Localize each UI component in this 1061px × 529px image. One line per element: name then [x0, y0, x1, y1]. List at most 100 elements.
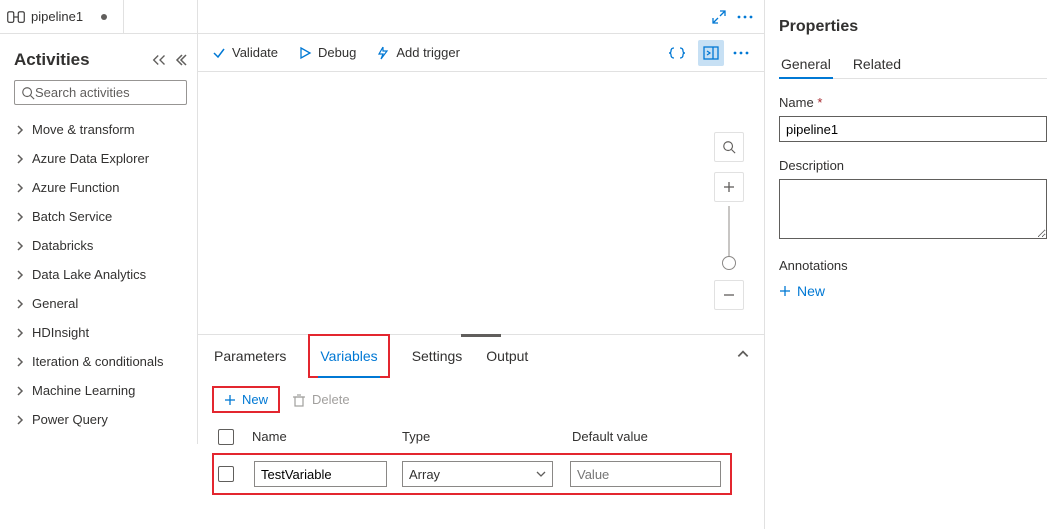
- chevron-right-icon: [14, 269, 26, 281]
- sidebar-item-machine-learning[interactable]: Machine Learning: [10, 376, 191, 405]
- sidebar-item-label: Azure Function: [32, 180, 119, 195]
- tab-parameters[interactable]: Parameters: [212, 340, 288, 372]
- sidebar-item-general[interactable]: General: [10, 289, 191, 318]
- collapse-panel-button[interactable]: [736, 347, 750, 364]
- chevrons-left-icon: [151, 53, 169, 67]
- properties-toggle-button[interactable]: [698, 40, 724, 66]
- sidebar-item-label: General: [32, 296, 78, 311]
- new-label: New: [242, 392, 268, 407]
- pipeline-tab[interactable]: pipeline1: [0, 0, 124, 34]
- trigger-icon: [376, 46, 390, 60]
- chevron-right-icon: [14, 356, 26, 368]
- sidebar-item-databricks[interactable]: Databricks: [10, 231, 191, 260]
- chevron-down-icon: [536, 469, 546, 479]
- row-checkbox[interactable]: [218, 466, 234, 482]
- more-icon[interactable]: [736, 10, 754, 24]
- panel-icon: [703, 46, 719, 60]
- name-label: Name *: [779, 95, 1047, 110]
- prop-tab-related[interactable]: Related: [851, 50, 903, 78]
- sidebar-item-label: Databricks: [32, 238, 93, 253]
- delete-variable-button: Delete: [292, 392, 350, 407]
- sidebar-item-label: Azure Data Explorer: [32, 151, 149, 166]
- zoom-out-button[interactable]: [714, 280, 744, 310]
- expand-icon[interactable]: [712, 10, 726, 24]
- chevron-right-icon: [14, 240, 26, 252]
- annotations-label: Annotations: [779, 258, 1047, 273]
- plus-icon: [224, 394, 236, 406]
- variable-type-select[interactable]: Array: [402, 461, 553, 487]
- sidebar-item-azure-data-explorer[interactable]: Azure Data Explorer: [10, 144, 191, 173]
- activities-heading: Activities: [14, 50, 90, 70]
- sidebar-item-azure-function[interactable]: Azure Function: [10, 173, 191, 202]
- col-type: Type: [402, 429, 572, 445]
- type-value: Array: [409, 467, 440, 482]
- prop-tab-general[interactable]: General: [779, 50, 833, 78]
- plus-icon: [723, 181, 735, 193]
- name-field[interactable]: [779, 116, 1047, 142]
- chevron-right-icon: [14, 124, 26, 136]
- tab-output[interactable]: Output: [484, 340, 530, 372]
- search-icon: [21, 86, 35, 100]
- col-name: Name: [252, 429, 402, 445]
- plus-icon: [779, 285, 791, 297]
- chevron-right-icon: [14, 327, 26, 339]
- select-all-checkbox[interactable]: [218, 429, 234, 445]
- validate-label: Validate: [232, 45, 278, 60]
- sidebar-item-label: Power Query: [32, 412, 108, 427]
- add-trigger-button[interactable]: Add trigger: [376, 45, 460, 60]
- tab-settings[interactable]: Settings: [410, 340, 465, 372]
- default-value-input[interactable]: [570, 461, 721, 487]
- sidebar-item-label: Data Lake Analytics: [32, 267, 146, 282]
- sidebar-item-label: Move & transform: [32, 122, 135, 137]
- chevrons-collapse-icon: [173, 53, 187, 67]
- pipeline-icon: [7, 9, 25, 25]
- col-default: Default value: [572, 429, 742, 445]
- sidebar-item-data-lake-analytics[interactable]: Data Lake Analytics: [10, 260, 191, 289]
- chevron-up-icon: [736, 347, 750, 361]
- variable-name-input[interactable]: [254, 461, 387, 487]
- code-view-button[interactable]: [664, 40, 690, 66]
- unsaved-dot-icon: [101, 14, 107, 20]
- sidebar-item-batch-service[interactable]: Batch Service: [10, 202, 191, 231]
- chevron-right-icon: [14, 298, 26, 310]
- search-input[interactable]: [35, 85, 211, 100]
- zoom-in-button[interactable]: [714, 172, 744, 202]
- sidebar-item-move-transform[interactable]: Move & transform: [10, 115, 191, 144]
- sidebar-item-label: HDInsight: [32, 325, 89, 340]
- sidebar-item-power-query[interactable]: Power Query: [10, 405, 191, 434]
- chevron-right-icon: [14, 385, 26, 397]
- more-icon[interactable]: [732, 46, 750, 60]
- add-trigger-label: Add trigger: [396, 45, 460, 60]
- zoom-slider[interactable]: [728, 206, 730, 266]
- description-label: Description: [779, 158, 1047, 173]
- properties-title: Properties: [779, 18, 1047, 36]
- debug-label: Debug: [318, 45, 356, 60]
- pipeline-canvas[interactable]: [198, 72, 764, 334]
- search-activities-wrap[interactable]: [14, 80, 187, 105]
- validate-button[interactable]: Validate: [212, 45, 278, 60]
- fit-to-screen-button[interactable]: [714, 132, 744, 162]
- new-variable-button[interactable]: New: [212, 386, 280, 413]
- search-icon: [722, 140, 736, 154]
- description-field[interactable]: [779, 179, 1047, 239]
- sidebar-item-label: Batch Service: [32, 209, 112, 224]
- sidebar-item-iteration-conditionals[interactable]: Iteration & conditionals: [10, 347, 191, 376]
- chevron-right-icon: [14, 182, 26, 194]
- resize-handle[interactable]: [461, 334, 501, 337]
- table-row: Array: [218, 461, 726, 487]
- tab-variables[interactable]: Variables: [318, 340, 379, 372]
- anno-new-label: New: [797, 283, 825, 299]
- play-icon: [298, 46, 312, 60]
- new-annotation-button[interactable]: New: [779, 283, 825, 299]
- check-icon: [212, 46, 226, 60]
- debug-button[interactable]: Debug: [298, 45, 356, 60]
- trash-icon: [292, 393, 306, 407]
- sidebar-item-label: Iteration & conditionals: [32, 354, 164, 369]
- zoom-thumb[interactable]: [722, 256, 736, 270]
- delete-label: Delete: [312, 392, 350, 407]
- sidebar-item-hdinsight[interactable]: HDInsight: [10, 318, 191, 347]
- chevron-right-icon: [14, 211, 26, 223]
- collapse-activities[interactable]: [151, 53, 187, 67]
- braces-icon: [669, 46, 685, 60]
- chevron-right-icon: [14, 153, 26, 165]
